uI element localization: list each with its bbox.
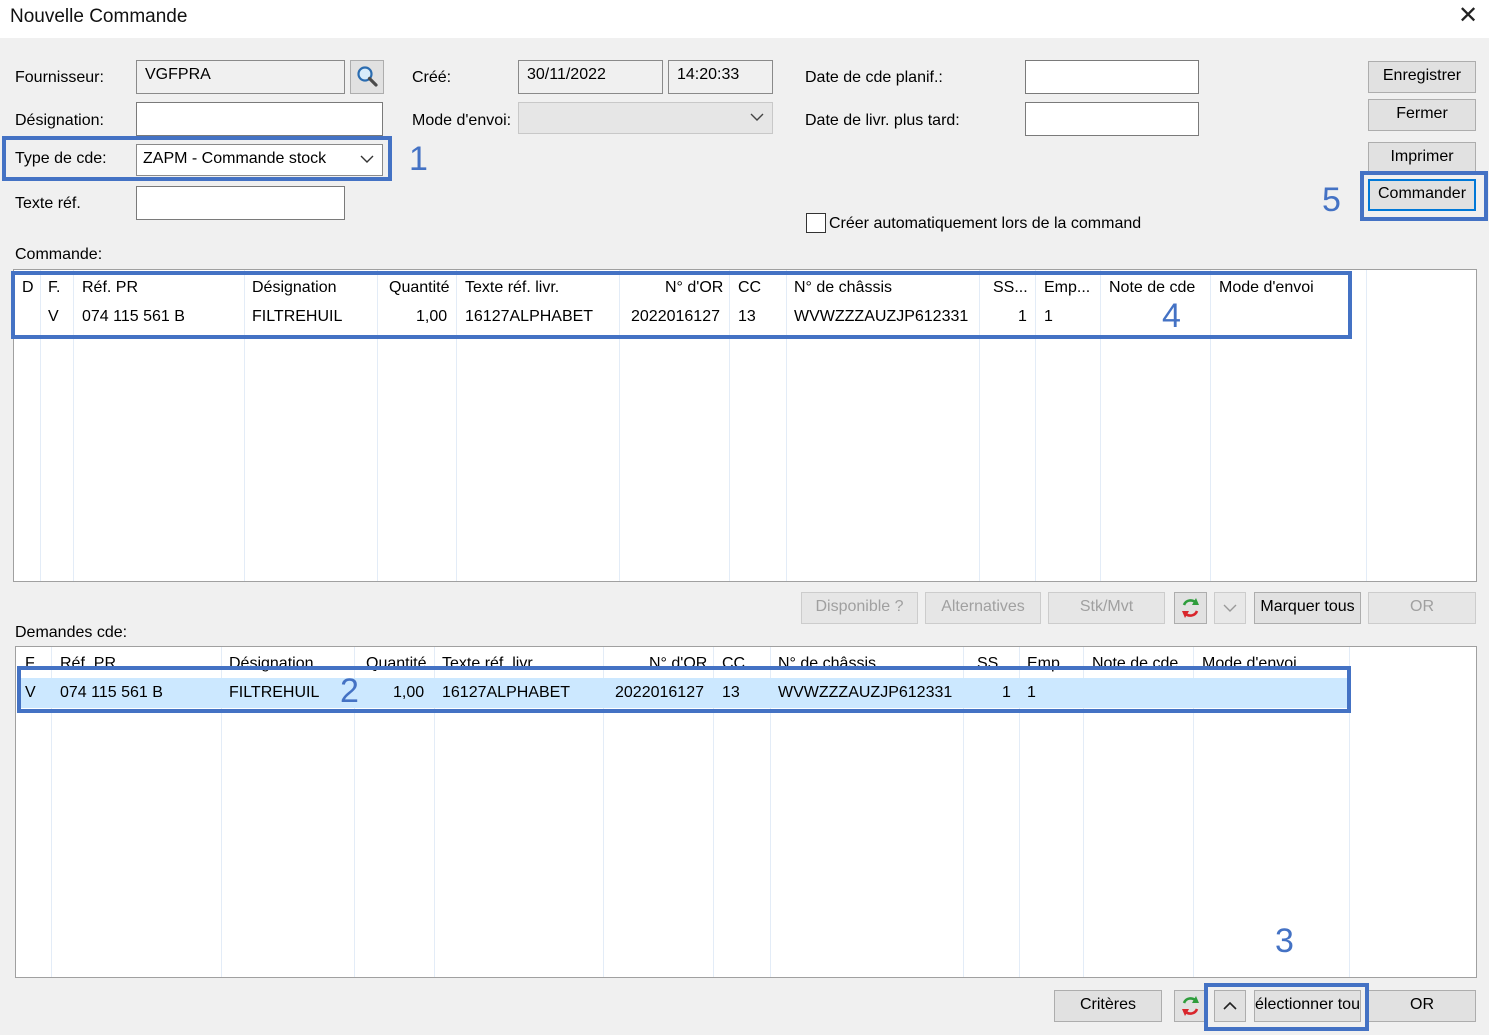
refresh-icon [1182,598,1199,618]
fermer-button[interactable]: Fermer [1368,99,1476,131]
alternatives-button[interactable]: Alternatives [925,592,1041,624]
refresh-button[interactable] [1174,990,1207,1022]
or-button[interactable]: OR [1368,990,1476,1022]
date-cde-planif-label: Date de cde planif.: [805,69,943,86]
window-title: Nouvelle Commande [10,6,188,27]
marquer-tous-button[interactable]: Marquer tous [1254,592,1361,624]
fournisseur-field[interactable]: VGFPRA [136,60,345,94]
texte-ref-label: Texte réf. [15,195,81,212]
designation-field[interactable] [136,102,383,136]
chevron-down-icon [1223,604,1237,612]
designation-label: Désignation: [15,112,104,129]
demandes-section-label: Demandes cde: [15,624,128,641]
cree-time-field[interactable]: 14:20:33 [668,60,773,94]
date-cde-planif-field[interactable] [1025,60,1199,94]
cree-date-field[interactable]: 30/11/2022 [518,60,663,94]
annotation-number-3: 3 [1275,922,1294,960]
annotation-box-5 [1360,171,1488,221]
annotation-number-2: 2 [340,672,359,710]
date-livr-plus-tard-label: Date de livr. plus tard: [805,112,960,129]
annotation-number-5: 5 [1322,181,1341,219]
chevron-down-icon [750,113,764,121]
date-livr-plus-tard-field[interactable] [1025,102,1199,136]
refresh-icon [1182,996,1199,1016]
auto-create-checkbox[interactable] [806,213,826,233]
criteres-button[interactable]: Critères [1054,990,1162,1022]
cree-label: Créé: [412,69,452,86]
annotation-box-1 [2,136,392,181]
mode-envoi-label: Mode d'envoi: [412,112,512,129]
search-button[interactable] [350,60,384,94]
enregistrer-button[interactable]: Enregistrer [1368,61,1476,93]
annotation-box-2 [17,666,1351,713]
disponible-button[interactable]: Disponible ? [801,592,918,624]
texte-ref-field[interactable] [136,186,345,220]
title-bar [0,0,1489,36]
stk-mvt-button[interactable]: Stk/Mvt [1048,592,1165,624]
close-icon[interactable]: ✕ [1455,3,1481,29]
mode-envoi-select[interactable] [518,102,773,134]
annotation-box-4 [11,271,1352,339]
or-button[interactable]: OR [1368,592,1476,624]
refresh-button[interactable] [1174,592,1207,624]
annotation-number-1: 1 [409,140,428,178]
annotation-number-4: 4 [1162,297,1181,335]
commande-section-label: Commande: [15,246,103,263]
fournisseur-label: Fournisseur: [15,69,104,86]
options-dropdown-button[interactable] [1214,592,1246,624]
search-icon [357,66,378,87]
imprimer-button[interactable]: Imprimer [1368,142,1476,174]
annotation-box-3 [1204,983,1369,1031]
auto-create-label: Créer automatiquement lors de la command [829,215,1142,232]
